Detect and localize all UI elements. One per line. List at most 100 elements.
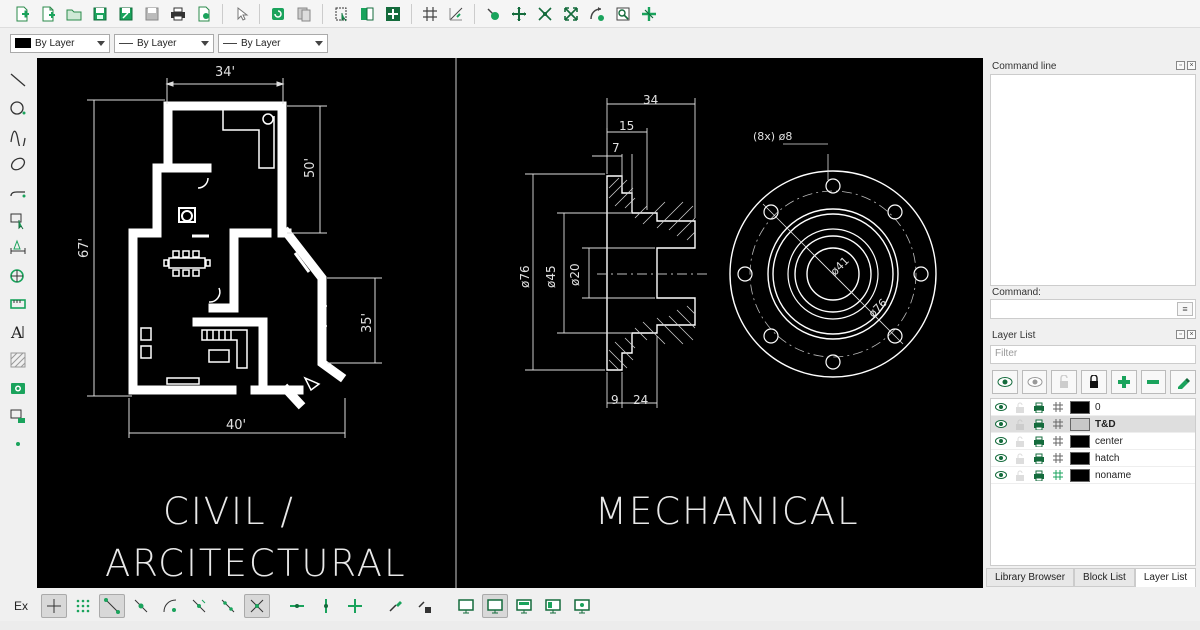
snap-free-icon[interactable] [41,594,67,618]
select-tool-icon[interactable] [5,208,31,231]
eye-icon[interactable] [991,450,1010,467]
close-dock-icon[interactable]: × [1187,61,1196,70]
hatch-tool-icon[interactable] [5,348,31,371]
zoom-previous-icon[interactable] [585,2,609,26]
snap-intersection-icon[interactable] [244,594,270,618]
snap-endpoint-icon[interactable] [99,594,125,618]
printer-icon[interactable] [1029,416,1048,433]
layer-row-0[interactable]: 0 [991,399,1195,416]
zoom-out-icon[interactable] [533,2,557,26]
snap-center-icon[interactable] [157,594,183,618]
command-input[interactable]: ≡ [990,299,1196,319]
add-layer-icon[interactable] [1110,370,1137,394]
grid-icon[interactable] [418,2,442,26]
tab-layer-list[interactable]: Layer List [1134,568,1197,587]
print-preview-icon[interactable] [192,2,216,26]
eye-icon[interactable] [991,467,1010,484]
save-icon[interactable] [88,2,112,26]
image-tool-icon[interactable] [5,376,31,399]
copy-icon[interactable] [292,2,316,26]
draft-mode-icon[interactable] [444,2,468,26]
ellipse-tool-icon[interactable] [5,152,31,175]
printer-icon[interactable] [1029,399,1048,416]
eye-icon[interactable] [991,399,1010,416]
lock-icon[interactable] [1010,433,1029,450]
view-monitor-5-icon[interactable] [569,594,595,618]
zoom-in-icon[interactable] [507,2,531,26]
restrict-orthogonal-icon[interactable] [342,594,368,618]
zoom-window-icon[interactable] [611,2,635,26]
view-monitor-2-icon[interactable] [482,594,508,618]
linetype-combo[interactable]: By Layer [218,33,328,53]
eye-icon[interactable] [991,433,1010,450]
drawing-canvas[interactable]: 34' 50' 67' 35' 40' 34 15 7 ø76 ø45 ø20 … [37,58,983,588]
construction-icon[interactable] [1048,399,1067,416]
layer-row-3[interactable]: hatch [991,450,1195,467]
tab-block-list[interactable]: Block List [1074,568,1135,587]
construction-icon[interactable] [1048,416,1067,433]
add-block-icon[interactable] [381,2,405,26]
float-dock-icon[interactable]: ▫ [1176,330,1185,339]
lock-icon[interactable] [1010,467,1029,484]
close-dock-icon[interactable]: × [1187,330,1196,339]
spline-tool-icon[interactable] [5,124,31,147]
tab-library-browser[interactable]: Library Browser [986,568,1075,587]
zoom-auto-icon[interactable] [559,2,583,26]
printer-icon[interactable] [1029,433,1048,450]
layer-row-4[interactable]: noname [991,467,1195,484]
relative-zero-icon[interactable] [382,594,408,618]
lock-all-layers-icon[interactable] [1081,370,1107,394]
snap-middle-icon[interactable] [186,594,212,618]
lock-icon[interactable] [1010,399,1029,416]
restrict-horizontal-icon[interactable] [284,594,310,618]
width-combo[interactable]: By Layer [114,33,214,53]
view-monitor-1-icon[interactable] [453,594,479,618]
circle-tool-icon[interactable] [5,96,31,119]
measure-tool-icon[interactable] [5,292,31,315]
select-pointer-icon[interactable] [229,2,253,26]
edit-layer-icon[interactable] [1170,370,1197,394]
zoom-pan-icon[interactable] [637,2,661,26]
color-combo[interactable]: By Layer [10,33,110,53]
print-icon[interactable] [166,2,190,26]
construction-icon[interactable] [1048,433,1067,450]
show-all-layers-icon[interactable] [992,370,1018,394]
lock-relative-zero-icon[interactable] [411,594,437,618]
redraw-icon[interactable] [266,2,290,26]
view-monitor-3-icon[interactable] [511,594,537,618]
lock-icon[interactable] [1010,450,1029,467]
lock-icon[interactable] [1010,416,1029,433]
construction-icon[interactable] [1048,450,1067,467]
snap-distance-icon[interactable] [215,594,241,618]
point-tool-icon[interactable] [5,432,31,455]
open-folder-icon[interactable] [62,2,86,26]
snap-grid-icon[interactable] [70,594,96,618]
new-file-icon[interactable] [10,2,34,26]
printer-icon[interactable] [1029,467,1048,484]
layer-row-1[interactable]: T&D [991,416,1195,433]
printer-icon[interactable] [1029,450,1048,467]
command-menu-icon[interactable]: ≡ [1177,302,1193,316]
restrict-vertical-icon[interactable] [313,594,339,618]
book-icon[interactable] [355,2,379,26]
polyline-tool-icon[interactable] [5,180,31,203]
dimension-tool-icon[interactable] [5,236,31,259]
construction-icon[interactable] [1048,467,1067,484]
save-all-icon[interactable] [140,2,164,26]
view-monitor-4-icon[interactable] [540,594,566,618]
text-tool-icon[interactable]: A [5,320,31,343]
snap-on-entity-icon[interactable] [128,594,154,618]
zoom-redraw-icon[interactable] [481,2,505,26]
snap-tool-icon[interactable] [5,264,31,287]
select-window-icon[interactable] [329,2,353,26]
remove-layer-icon[interactable] [1140,370,1167,394]
exclusive-snap-label[interactable]: Ex [14,599,38,613]
float-dock-icon[interactable]: ▫ [1176,61,1185,70]
layer-row-2[interactable]: center [991,433,1195,450]
block-tool-icon[interactable] [5,404,31,427]
hide-all-layers-icon[interactable] [1021,370,1048,394]
layer-filter-input[interactable]: Filter [990,345,1196,364]
save-as-icon[interactable] [114,2,138,26]
eye-icon[interactable] [991,416,1010,433]
unlock-all-layers-icon[interactable] [1051,370,1078,394]
